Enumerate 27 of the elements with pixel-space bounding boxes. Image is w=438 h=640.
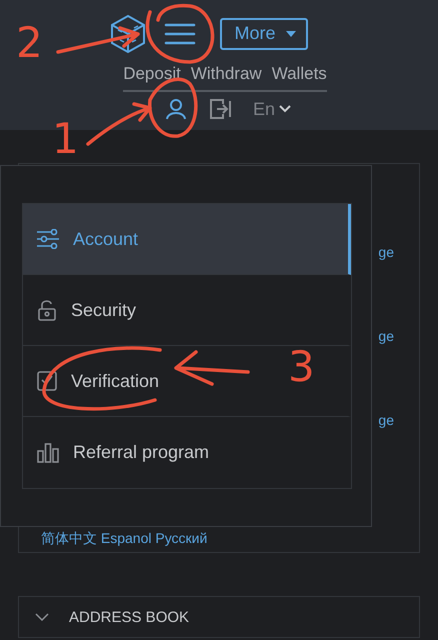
user-icon[interactable] (164, 98, 187, 120)
menu-item[interactable]: Security (23, 275, 351, 346)
language-link[interactable]: ge (378, 412, 394, 486)
annotation-number: 3 (288, 346, 315, 388)
chevron-icon (279, 105, 292, 113)
nav-link[interactable]: Deposit (123, 64, 181, 84)
annotation-arrow (86, 102, 152, 146)
menu-item[interactable]: Account (23, 204, 351, 275)
section-title: ADDRESS BOOK (69, 608, 190, 626)
bar-chart-icon (37, 442, 59, 462)
menu-item[interactable]: Referral program (23, 417, 351, 488)
language-link[interactable]: ge (378, 328, 394, 402)
more-button[interactable]: More (220, 18, 308, 50)
chevron-icon (35, 613, 49, 621)
caret-icon (286, 30, 296, 36)
language-link[interactable]: ge (378, 244, 394, 318)
language-links[interactable]: 简体中文 Espanol Русский (19, 530, 419, 548)
annotation-number: 1 (52, 118, 79, 160)
checkbox-icon (37, 371, 57, 391)
sliders-icon (37, 229, 59, 249)
nav-link[interactable]: Wallets (272, 64, 327, 84)
annotation-number: 2 (16, 22, 43, 64)
language-selector[interactable]: En (252, 98, 292, 120)
lock-icon (37, 299, 57, 321)
logout-icon[interactable] (208, 98, 231, 120)
address-book-header[interactable]: ADDRESS BOOK (18, 596, 420, 638)
nav-link[interactable]: Withdraw (190, 64, 262, 84)
